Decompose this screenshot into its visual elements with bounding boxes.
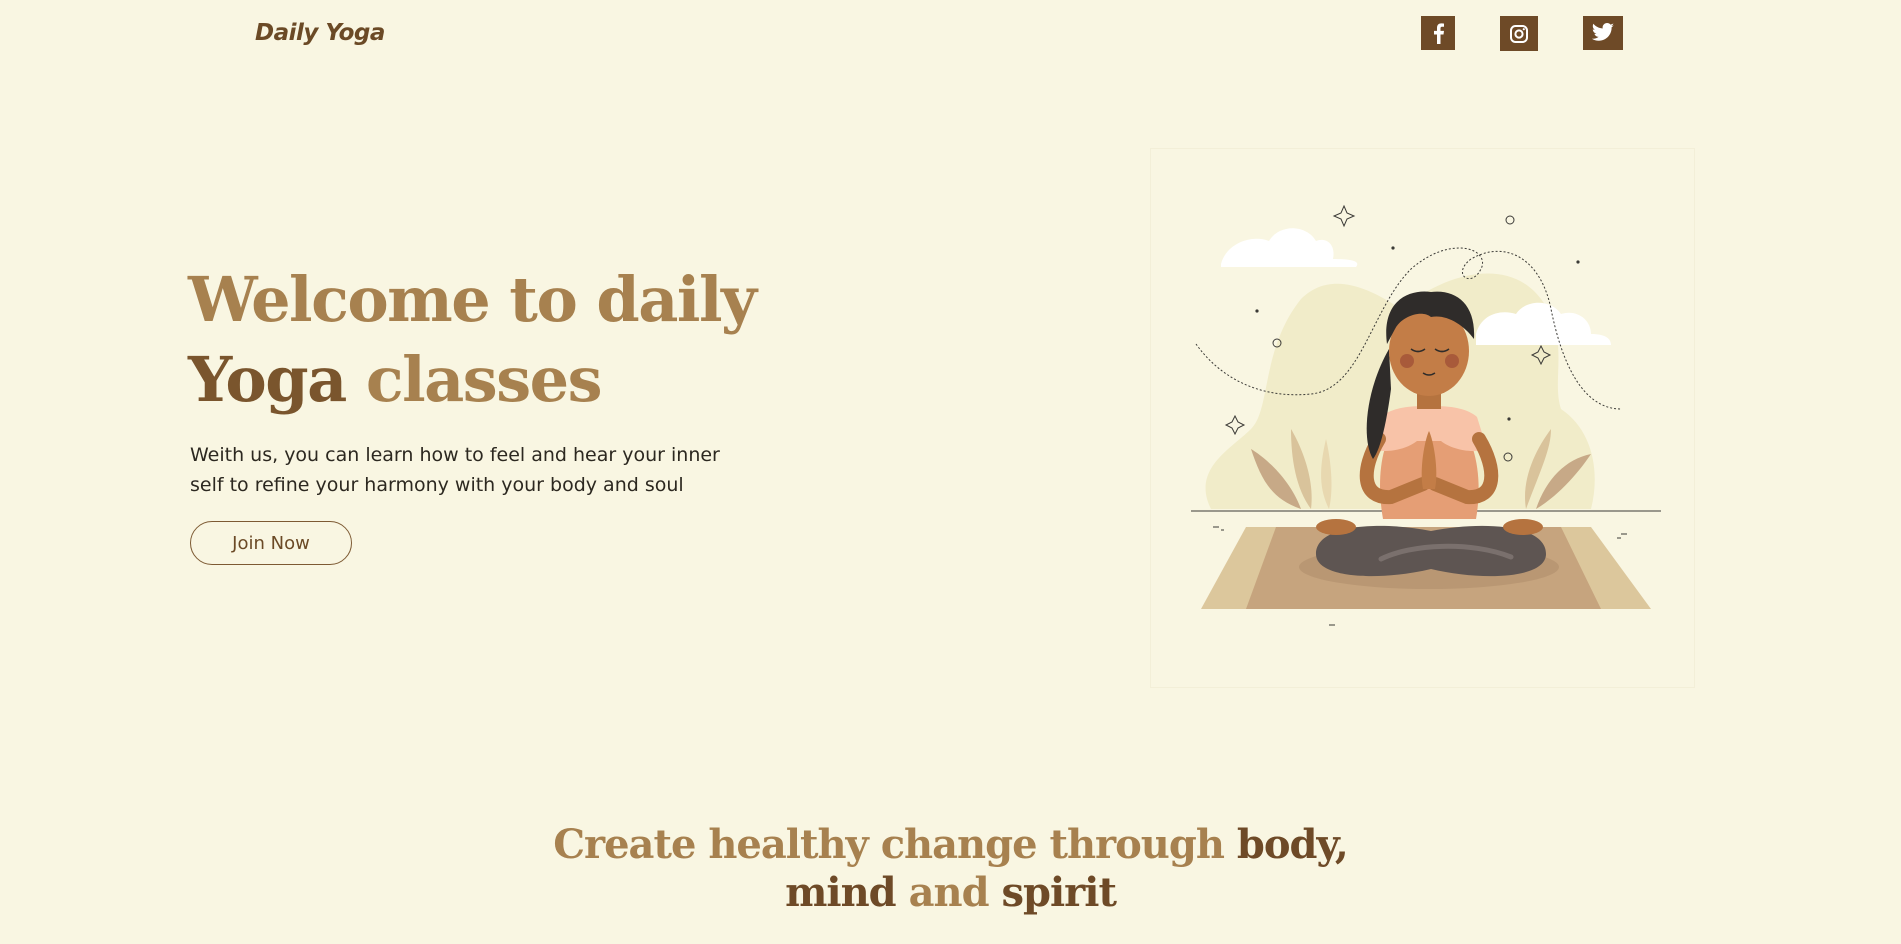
- section-title-and: and: [895, 869, 1002, 916]
- instagram-link[interactable]: [1500, 16, 1538, 51]
- section-title-mind: mind: [785, 869, 897, 916]
- facebook-icon: [1430, 22, 1446, 44]
- instagram-icon: [1509, 24, 1529, 44]
- hero-illustration: [1150, 148, 1695, 688]
- hero-title-line1: Welcome to daily: [188, 263, 757, 336]
- join-now-button[interactable]: Join Now: [190, 521, 352, 565]
- hero-title-rest: classes: [345, 343, 603, 416]
- hero-subtitle: Weith us, you can learn how to feel and …: [190, 444, 720, 496]
- section-title: Create healthy change through body, mind …: [0, 821, 1901, 917]
- facebook-link[interactable]: [1421, 16, 1455, 50]
- section-title-spirit: spirit: [1001, 869, 1116, 916]
- brand-logo[interactable]: Daily Yoga: [255, 20, 385, 46]
- hero-title-highlight: Yoga: [188, 343, 347, 416]
- twitter-icon: [1591, 23, 1615, 43]
- hero-title: Welcome to daily Yoga classes: [188, 260, 808, 420]
- woman-meditating-illustration: [1191, 204, 1661, 626]
- section-title-body: body,: [1236, 821, 1349, 868]
- section-title-part1: Create healthy change through: [553, 821, 1237, 868]
- twitter-link[interactable]: [1583, 16, 1623, 50]
